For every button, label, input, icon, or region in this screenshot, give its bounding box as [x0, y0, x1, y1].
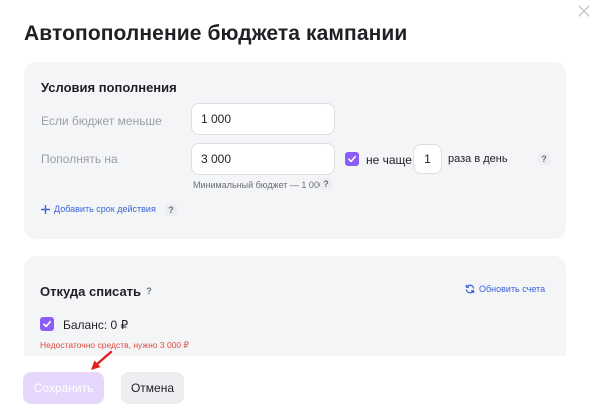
min-budget-help-icon[interactable]: ?	[320, 178, 332, 190]
threshold-input[interactable]: 1 000	[191, 103, 335, 135]
limit-input[interactable]: 1	[413, 144, 442, 174]
balance-checkbox[interactable]	[40, 317, 54, 331]
topup-label: Пополнять на	[41, 152, 118, 166]
add-period-label: Добавить срок действия	[54, 204, 156, 214]
topup-input[interactable]: 3 000	[191, 143, 335, 175]
close-icon[interactable]	[577, 4, 591, 18]
limit-label: не чаще	[366, 153, 412, 167]
refresh-icon	[465, 284, 475, 294]
save-button[interactable]: Сохранить	[23, 372, 104, 404]
limit-suffix: раза в день	[448, 153, 508, 165]
source-title: Откуда списать	[40, 284, 142, 299]
limit-value: 1	[424, 152, 431, 166]
balance-label: Баланс: 0 ₽	[63, 318, 129, 332]
threshold-label: Если бюджет меньше	[41, 114, 162, 128]
plus-icon	[41, 204, 50, 214]
check-icon	[348, 155, 357, 163]
source-card: Откуда списать ? Обновить счета Баланс: …	[24, 256, 566, 356]
dialog-title: Автопополнение бюджета кампании	[24, 22, 408, 45]
cancel-button[interactable]: Отмена	[121, 372, 184, 404]
conditions-title: Условия пополнения	[41, 80, 177, 95]
refresh-accounts-label: Обновить счета	[479, 284, 546, 294]
check-icon	[43, 320, 52, 328]
topup-value: 3 000	[201, 152, 232, 166]
add-period-help-icon[interactable]: ?	[165, 204, 177, 216]
limit-checkbox[interactable]	[345, 152, 359, 166]
add-period-link[interactable]: Добавить срок действия	[41, 204, 156, 214]
threshold-value: 1 000	[201, 112, 232, 126]
limit-help-icon[interactable]: ?	[538, 153, 550, 165]
annotation-arrow-icon	[91, 350, 113, 370]
refresh-accounts-link[interactable]: Обновить счета	[465, 284, 545, 294]
source-help-icon[interactable]: ?	[143, 285, 155, 297]
min-budget-hint: Минимальный бюджет — 1 000 ₽	[193, 180, 333, 190]
balance-error: Недостаточно средств, нужно 3 000 ₽	[40, 340, 189, 350]
conditions-card: Условия пополнения Если бюджет меньше 1 …	[24, 62, 566, 239]
